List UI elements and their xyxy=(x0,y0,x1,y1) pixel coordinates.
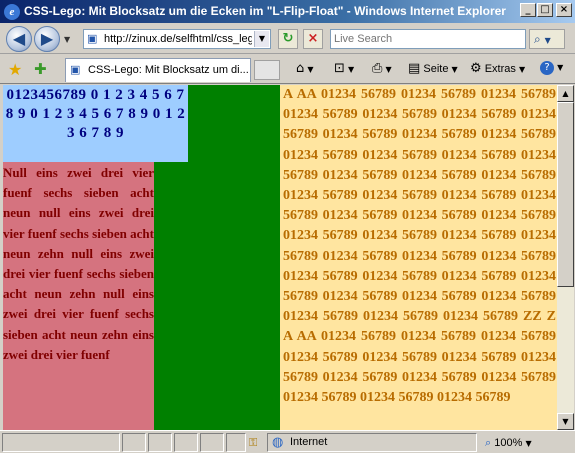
maximize-button[interactable]: □ xyxy=(537,3,553,17)
home-button[interactable]: ⌂ ▼ xyxy=(296,61,313,76)
green-corner-block xyxy=(154,162,188,430)
home-icon: ⌂ xyxy=(296,61,305,76)
forward-button[interactable]: ▶ xyxy=(34,26,60,52)
address-dropdown-icon[interactable]: ▼ xyxy=(254,31,269,47)
command-bar: ★ ✚ ▣ CSS-Lego: Mit Blocksatz um di... ⌂… xyxy=(0,55,575,84)
page-icon: ▣ xyxy=(70,63,81,76)
search-input[interactable] xyxy=(331,30,521,48)
minimize-button[interactable]: _ xyxy=(520,3,536,17)
number-words-block: Null eins zwei drei vier fuenf sechs sie… xyxy=(3,162,154,430)
close-button[interactable]: × xyxy=(556,3,572,17)
address-toolbar: ◀ ▶ ▼ ▣ http://zinux.de/selfhtml/css_leg… xyxy=(0,23,575,54)
help-button[interactable]: ? ▼ xyxy=(540,61,563,75)
page-viewport: 0123456789 0 1 2 3 4 5 6 7 8 9 0 1 2 3 4… xyxy=(3,85,557,430)
window-title: CSS-Lego: Mit Blocksatz um die Ecken im … xyxy=(24,4,506,18)
zoom-control[interactable]: ⌕ 100% ▼ xyxy=(485,436,532,450)
zoom-icon: ⌕ xyxy=(485,436,492,449)
scroll-up-button[interactable]: ▲ xyxy=(557,85,574,102)
search-field[interactable] xyxy=(330,29,526,49)
globe-icon: ◍ xyxy=(272,435,284,450)
status-text-panel xyxy=(2,433,120,452)
help-icon: ? xyxy=(540,61,554,75)
title-bar: e CSS-Lego: Mit Blocksatz um die Ecken i… xyxy=(0,0,575,23)
gear-icon: ⚙ xyxy=(470,61,482,76)
justified-digits-block: A AA 01234 56789 01234 56789 01234 56789… xyxy=(280,85,557,430)
stop-button[interactable]: × xyxy=(303,29,323,49)
print-button[interactable]: ⎙ ▼ xyxy=(372,61,392,76)
address-url[interactable]: http://zinux.de/selfhtml/css_lego_fliplf… xyxy=(104,33,252,45)
history-dropdown-icon[interactable]: ▼ xyxy=(64,35,70,44)
feeds-icon: ⊡ xyxy=(334,61,345,76)
search-button[interactable]: ⌕ ▼ xyxy=(529,29,565,49)
status-bar: ⚿ ◍ Internet ⌕ 100% ▼ xyxy=(0,430,575,453)
status-panel xyxy=(122,433,146,452)
vertical-scrollbar[interactable]: ▲ ▼ xyxy=(557,85,574,430)
page-icon: ▣ xyxy=(87,32,98,45)
scroll-down-button[interactable]: ▼ xyxy=(557,413,574,430)
back-button[interactable]: ◀ xyxy=(6,26,32,52)
ie-logo-icon: e xyxy=(4,4,20,20)
address-field[interactable]: ▣ http://zinux.de/selfhtml/css_lego_flip… xyxy=(83,29,271,49)
protected-mode-icon[interactable]: ⚿ xyxy=(249,436,263,449)
page-icon: ▤ xyxy=(408,61,421,76)
tab-title: CSS-Lego: Mit Blocksatz um di... xyxy=(88,64,248,76)
status-panel xyxy=(226,433,246,452)
tools-menu[interactable]: ⚙ Extras ▼ xyxy=(470,61,525,76)
new-tab-button[interactable] xyxy=(254,60,280,80)
favorites-star-icon[interactable]: ★ xyxy=(8,60,22,79)
scroll-thumb[interactable] xyxy=(557,102,574,287)
digits-block: 0123456789 0 1 2 3 4 5 6 7 8 9 0 1 2 3 4… xyxy=(3,85,188,162)
tab-active[interactable]: ▣ CSS-Lego: Mit Blocksatz um di... xyxy=(65,58,251,82)
feeds-button[interactable]: ⊡ ▼ xyxy=(334,61,354,76)
zone-label: Internet xyxy=(290,436,328,448)
green-column-block xyxy=(188,85,280,430)
status-panel xyxy=(148,433,172,452)
status-panel xyxy=(200,433,224,452)
add-favorites-icon[interactable]: ✚ xyxy=(34,60,47,78)
status-panel xyxy=(174,433,198,452)
refresh-button[interactable]: ↻ xyxy=(278,29,298,49)
page-menu[interactable]: ▤ Seite ▼ xyxy=(408,61,458,76)
search-icon: ⌕ xyxy=(534,32,541,46)
print-icon: ⎙ xyxy=(372,61,383,76)
